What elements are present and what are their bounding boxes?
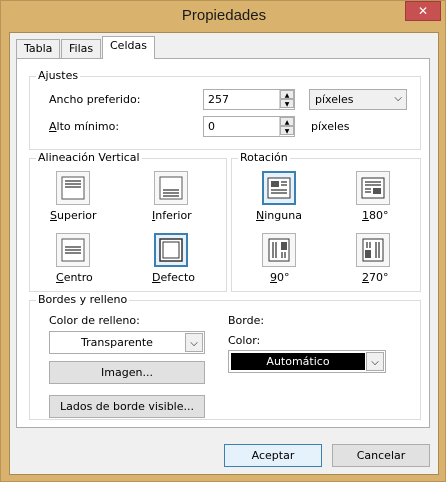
align-top-icon[interactable]	[56, 171, 90, 205]
border-label: Borde:	[228, 314, 265, 327]
image-button[interactable]: Imagen...	[49, 361, 205, 384]
align-center-label: Centro	[56, 271, 93, 284]
width-label: Ancho preferido:	[49, 93, 141, 106]
border-color-select[interactable]: Automático ⌵	[228, 350, 386, 373]
align-default-label: Defecto	[152, 271, 195, 284]
tab-tabla[interactable]: Tabla	[16, 39, 61, 58]
height-spinbox[interactable]: 0 ▲ ▼	[203, 116, 295, 137]
height-label: Alto mínimo:	[49, 120, 120, 133]
align-top-label: Superior	[50, 209, 97, 222]
vertical-align-group: Alineación Vertical Superior Inferior Ce…	[29, 151, 227, 292]
align-center-icon[interactable]	[56, 233, 90, 267]
width-spinbox[interactable]: 257 ▲ ▼	[203, 89, 295, 110]
width-up-arrow-icon[interactable]: ▲	[280, 90, 294, 99]
rotation-group-label: Rotación	[238, 151, 290, 164]
width-unit-select[interactable]: píxeles ⌵	[309, 89, 407, 110]
fill-color-value: Transparente	[81, 336, 153, 349]
border-color-value: Automático	[231, 353, 365, 370]
height-up-arrow-icon[interactable]: ▲	[280, 117, 294, 126]
rotation-none-icon[interactable]	[262, 171, 296, 205]
close-button[interactable]: ✕	[405, 1, 441, 21]
title-bar[interactable]: Propiedades ✕	[1, 1, 446, 31]
width-unit-value: píxeles	[315, 93, 354, 106]
align-bottom-icon[interactable]	[154, 171, 188, 205]
cancel-button[interactable]: Cancelar	[332, 444, 430, 467]
rotation-180-icon[interactable]	[356, 171, 390, 205]
border-color-label: Color:	[228, 334, 261, 347]
tab-panel-celdas: Ajustes Ancho preferido: 257 ▲ ▼ píxeles…	[16, 58, 430, 428]
width-down-arrow-icon[interactable]: ▼	[280, 99, 294, 108]
height-value: 0	[208, 120, 215, 133]
rotation-270-icon[interactable]	[356, 233, 390, 267]
rotation-180-label: 180°	[362, 209, 389, 222]
borders-fill-group: Bordes y relleno Color de relleno: Trans…	[29, 293, 421, 420]
window-title: Propiedades	[181, 7, 267, 24]
borders-fill-group-label: Bordes y relleno	[36, 293, 130, 306]
ok-button[interactable]: Aceptar	[224, 444, 322, 467]
tab-celdas[interactable]: Celdas	[102, 36, 155, 59]
window-frame: Propiedades ✕ Tabla Filas Celdas Ajustes…	[0, 0, 446, 482]
width-value: 257	[208, 93, 229, 106]
rotation-90-label: 90°	[270, 271, 290, 284]
rotation-none-label: Ninguna	[256, 209, 302, 222]
align-bottom-label: Inferior	[152, 209, 192, 222]
height-down-arrow-icon[interactable]: ▼	[280, 126, 294, 135]
fill-color-select[interactable]: Transparente ⌵	[49, 331, 205, 354]
ajustes-group: Ajustes Ancho preferido: 257 ▲ ▼ píxeles…	[29, 69, 421, 150]
chevron-down-icon: ⌵	[394, 93, 402, 104]
dialog-client: Tabla Filas Celdas Ajustes Ancho preferi…	[9, 32, 439, 475]
fill-color-label: Color de relleno:	[49, 314, 140, 327]
align-default-icon[interactable]	[154, 233, 188, 267]
chevron-down-icon: ⌵	[185, 333, 203, 352]
height-unit-label: píxeles	[311, 120, 350, 133]
tab-filas[interactable]: Filas	[61, 39, 102, 58]
chevron-down-icon: ⌵	[366, 352, 384, 371]
visible-border-sides-button[interactable]: Lados de borde visible...	[49, 395, 205, 418]
ajustes-group-label: Ajustes	[36, 69, 81, 82]
vertical-align-group-label: Alineación Vertical	[36, 151, 142, 164]
rotation-group: Rotación Ninguna 180° 90° 270°	[231, 151, 421, 292]
rotation-270-label: 270°	[362, 271, 389, 284]
rotation-90-icon[interactable]	[262, 233, 296, 267]
